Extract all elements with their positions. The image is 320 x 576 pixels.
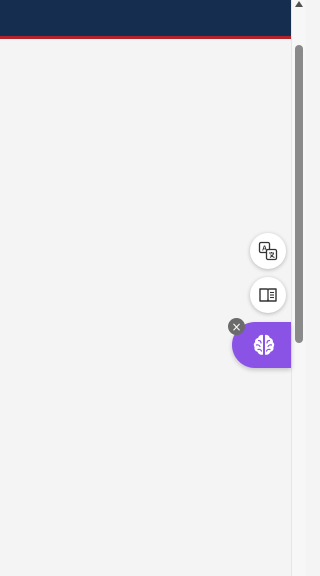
top-header-bar — [0, 0, 291, 39]
scroll-up-arrow-icon[interactable] — [295, 1, 303, 7]
book-open-icon — [259, 288, 277, 302]
vertical-scrollbar[interactable] — [291, 0, 306, 576]
page-content-area — [0, 39, 291, 576]
close-icon: × — [231, 319, 242, 334]
close-assistant-button[interactable]: × — [228, 318, 245, 335]
reader-mode-button[interactable] — [250, 277, 286, 313]
translate-button[interactable]: A — [250, 233, 286, 269]
brain-icon — [253, 334, 274, 355]
scrollbar-thumb[interactable] — [295, 45, 303, 343]
translate-icon: A — [258, 241, 278, 261]
